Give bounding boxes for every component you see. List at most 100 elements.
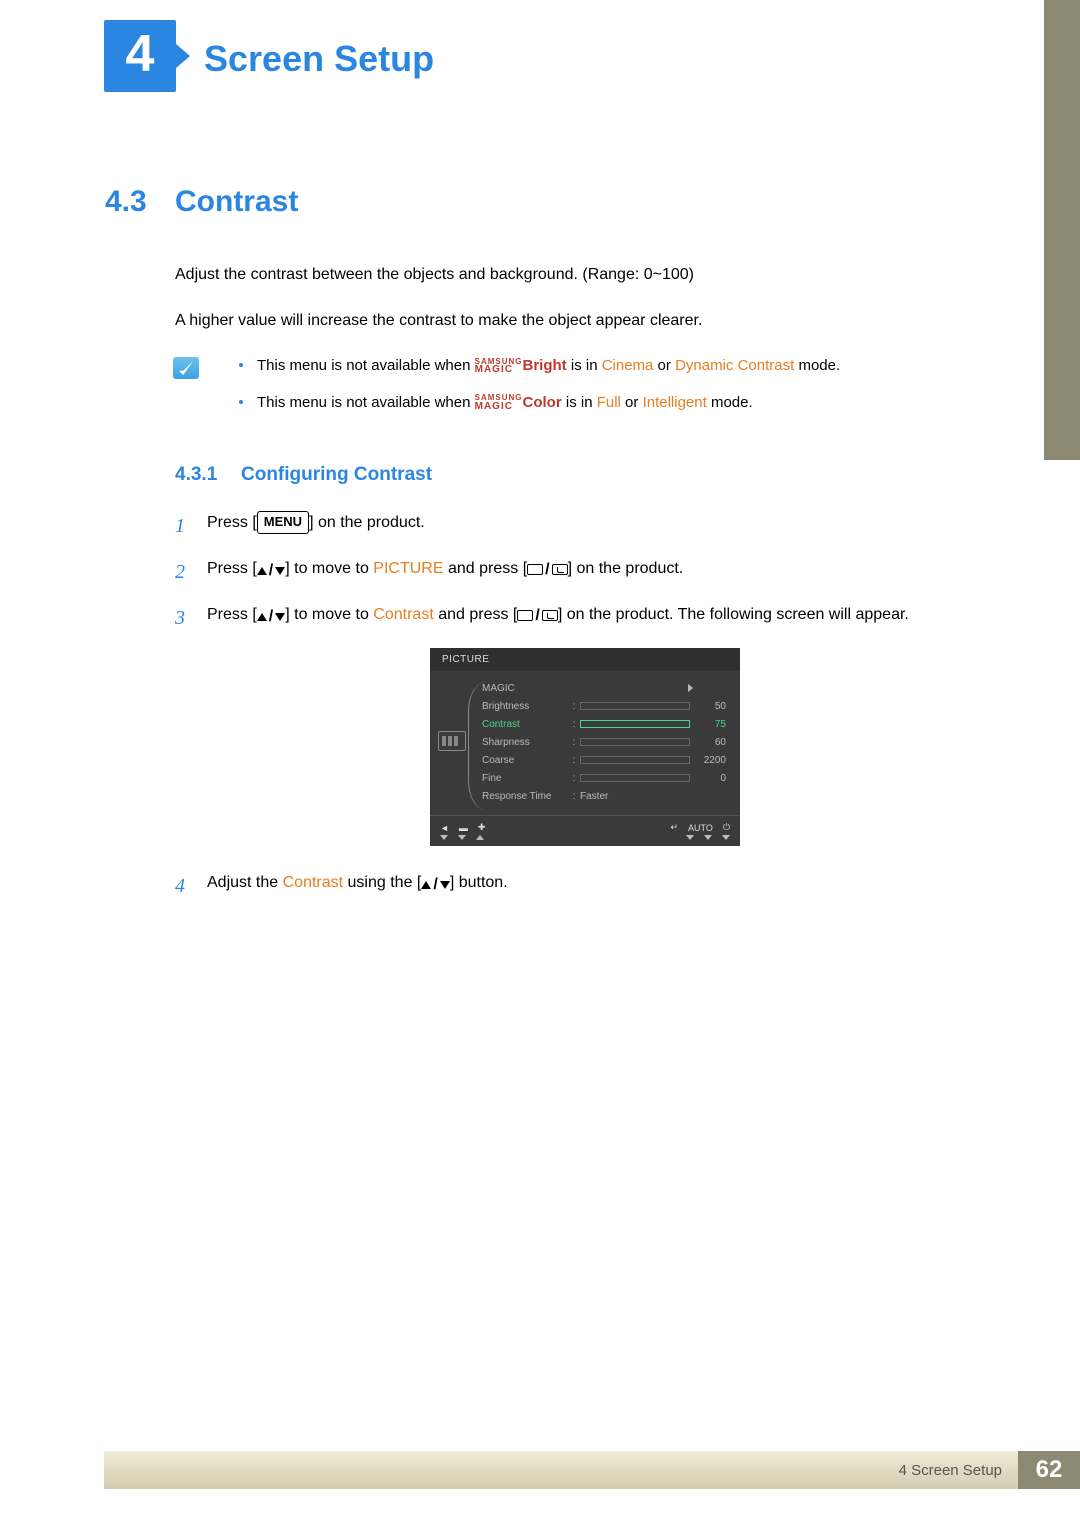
osd-screenshot: PICTURE MAGIC Brightness : 50 Contrast : [430, 648, 740, 846]
content: 4.3 Contrast Adjust the contrast between… [105, 185, 995, 916]
section-description-2: A higher value will increase the contras… [175, 309, 995, 333]
osd-label: Brightness [482, 701, 568, 712]
samsung-magic-label: SAMSUNGMAGIC [475, 394, 523, 410]
mode-name: Intelligent [643, 394, 707, 411]
triangle-down-icon [458, 835, 466, 840]
note-block: This menu is not available when SAMSUNGM… [173, 355, 995, 428]
footer-chapter-label: 4 Screen Setup [104, 1451, 1018, 1489]
bullet-icon [239, 363, 243, 367]
bullet-icon [239, 400, 243, 404]
osd-bar [580, 774, 690, 782]
up-down-icon: / [421, 872, 449, 898]
osd-bar [580, 702, 690, 710]
section-title: Contrast [175, 185, 298, 219]
step-text: Press [ [207, 514, 257, 531]
osd-label: Contrast [482, 719, 568, 730]
step: 3 Press [/] to move to Contrast and pres… [175, 602, 995, 634]
subsection-title: Configuring Contrast [241, 464, 432, 486]
note-text: or [621, 394, 643, 411]
note-text: This menu is not available when [257, 394, 475, 411]
step-text: Press [ [207, 560, 257, 577]
page-footer: 4 Screen Setup 62 [104, 1451, 1080, 1489]
osd-label: MAGIC [482, 683, 568, 694]
osd-row-fine: Fine : 0 [482, 769, 730, 787]
mode-name: Full [597, 394, 621, 411]
step-number: 2 [175, 556, 207, 588]
step-text: ] on the product. The following screen w… [558, 606, 909, 623]
step-text: ] on the product. [568, 560, 684, 577]
back-icon: ◄ [440, 823, 449, 833]
note-item: This menu is not available when SAMSUNGM… [239, 355, 995, 378]
step-text: using the [ [343, 874, 421, 891]
section-heading: 4.3 Contrast [105, 185, 995, 219]
note-text: is in [562, 394, 597, 411]
minus-icon: ▬ [459, 823, 468, 833]
osd-label: Fine [482, 773, 568, 784]
step-text: ] to move to [285, 560, 373, 577]
osd-bar [580, 720, 690, 728]
step-number: 4 [175, 870, 207, 902]
step-number: 1 [175, 510, 207, 542]
osd-body: MAGIC Brightness : 50 Contrast : 75 Shar… [430, 671, 740, 815]
arrow-right-icon [688, 684, 693, 692]
step: 4 Adjust the Contrast using the [/] butt… [175, 870, 995, 902]
step-text: and press [ [434, 606, 518, 623]
chapter-number-badge: 4 [104, 20, 176, 92]
note-text: is in [567, 357, 602, 374]
step-text: Press [ [207, 606, 257, 623]
osd-curve-decoration [468, 681, 488, 811]
plus-icon: ✚ [478, 822, 486, 833]
triangle-down-icon [440, 835, 448, 840]
magic-suffix: Bright [523, 357, 567, 374]
step-text: Adjust the [207, 874, 283, 891]
step-text: and press [ [444, 560, 528, 577]
osd-row-sharpness: Sharpness : 60 [482, 733, 730, 751]
triangle-down-icon [686, 835, 694, 840]
select-enter-icon: / [527, 557, 567, 583]
osd-value: 50 [690, 701, 726, 712]
step: 2 Press [ / ] to move to PICTURE and press… [175, 556, 995, 588]
contrast-label: Contrast [283, 874, 343, 891]
step-number: 3 [175, 602, 207, 634]
page-number: 62 [1018, 1451, 1080, 1489]
osd-row-brightness: Brightness : 50 [482, 697, 730, 715]
enter-icon: ↵ [670, 822, 678, 833]
chapter-title: Screen Setup [204, 38, 434, 80]
osd-label: Coarse [482, 755, 568, 766]
step: 1 Press [MENU] on the product. [175, 510, 995, 542]
section-number: 4.3 [105, 185, 175, 219]
section-description-1: Adjust the contrast between the objects … [175, 263, 995, 287]
triangle-down-icon [722, 835, 730, 840]
contrast-label: Contrast [373, 606, 433, 623]
osd-value: 75 [690, 719, 726, 730]
osd-value: 2200 [690, 755, 726, 766]
side-tab [1044, 0, 1080, 460]
steps-list: 1 Press [MENU] on the product. 2 Press [… [175, 510, 995, 902]
note-icon [173, 357, 199, 379]
osd-value: 0 [690, 773, 726, 784]
samsung-magic-label: SAMSUNGMAGIC [475, 358, 523, 374]
step-text: ] button. [450, 874, 508, 891]
osd-footer-arrows [430, 835, 740, 842]
subsection-number: 4.3.1 [175, 464, 241, 486]
osd-label: Sharpness [482, 737, 568, 748]
osd-bar [580, 756, 690, 764]
note-text: or [653, 357, 675, 374]
up-down-icon: / [257, 604, 285, 630]
osd-value: 60 [690, 737, 726, 748]
power-icon: ⏻ [723, 822, 730, 833]
osd-bar [580, 738, 690, 746]
monitor-icon [438, 731, 466, 751]
picture-label: PICTURE [373, 560, 443, 577]
note-text: mode. [707, 394, 753, 411]
auto-label: AUTO [688, 823, 713, 833]
note-text: This menu is not available when [257, 357, 475, 374]
osd-title: PICTURE [430, 648, 740, 671]
osd-value-text: Faster [580, 791, 608, 802]
osd-row-contrast: Contrast : 75 [482, 715, 730, 733]
note-list: This menu is not available when SAMSUNGM… [239, 355, 995, 428]
subsection-heading: 4.3.1 Configuring Contrast [175, 464, 995, 486]
osd-row-coarse: Coarse : 2200 [482, 751, 730, 769]
triangle-up-icon [476, 835, 484, 840]
osd-footer: ◄ ▬ ✚ ↵ AUTO ⏻ [430, 815, 740, 835]
